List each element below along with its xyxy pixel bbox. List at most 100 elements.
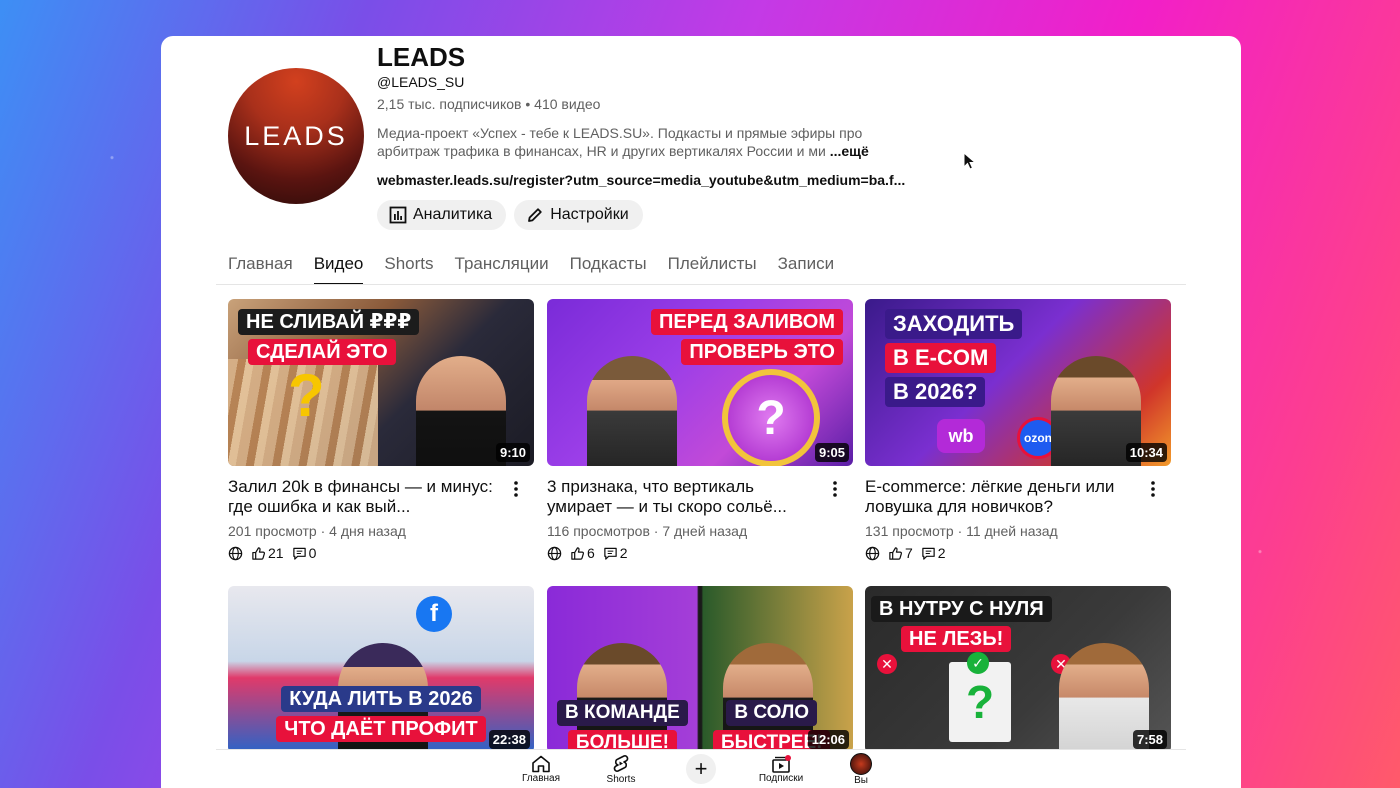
avatar-logo-text: LEADS [244, 120, 348, 151]
comment-icon [922, 547, 935, 560]
description-text: Медиа-проект «Успех - тебе к LEADS.SU». … [377, 125, 863, 159]
comments-count: 2 [937, 545, 946, 561]
tab-podcasts[interactable]: Подкасты [570, 254, 647, 283]
more-options-icon[interactable] [506, 479, 526, 499]
likes-stat: 7 [888, 545, 913, 561]
caption-line: В 2026? [885, 377, 986, 407]
nav-subscriptions[interactable]: Подписки [741, 754, 821, 784]
nav-home-label: Главная [521, 772, 561, 784]
likes-stat: 6 [570, 545, 595, 561]
video-stats: 6 2 [547, 545, 628, 561]
video-thumbnail[interactable]: ? ✕ ✓ ✕ В НУТРУ С НУЛЯ НЕ ЛЕЗЬ! 7:58 [865, 586, 1171, 753]
account-avatar [850, 752, 872, 775]
presenter-figure [587, 356, 677, 466]
video-thumbnail[interactable]: f КУДА ЛИТЬ В 2026 ЧТО ДАЁТ ПРОФИТ 22:38 [228, 586, 534, 753]
video-card[interactable]: В КОМАНДЕ БОЛЬШЕ! В СОЛО БЫСТРЕЕ! 12:06 [547, 586, 853, 753]
comments-stat: 2 [603, 545, 628, 561]
thumbs-up-icon [252, 546, 265, 560]
channel-actions: Аналитика Настройки [377, 200, 643, 230]
nav-shorts-label: Shorts [606, 773, 636, 785]
presenter-figure [416, 356, 506, 466]
caption-line: НЕ СЛИВАЙ ₽₽₽ [238, 309, 420, 335]
duration-badge: 7:58 [1132, 730, 1167, 749]
comments-count: 2 [619, 545, 628, 561]
video-thumbnail[interactable]: ? НЕ СЛИВАЙ ₽₽₽ СДЕЛАЙ ЭТО 9:10 [228, 299, 534, 466]
channel-tabs: Главная Видео Shorts Трансляции Подкасты… [228, 254, 834, 285]
settings-button[interactable]: Настройки [514, 200, 643, 230]
channel-window: LEADS LEADS @LEADS_SU 2,15 тыс. подписчи… [161, 36, 1241, 788]
channel-link[interactable]: webmaster.leads.su/register?utm_source=m… [377, 172, 905, 188]
duration-badge: 9:10 [495, 443, 530, 462]
thumbnail-caption-left: В КОМАНДЕ БОЛЬШЕ! [557, 698, 688, 753]
create-button[interactable]: + [686, 754, 716, 784]
comment-icon [604, 547, 617, 560]
caption-line: В СОЛО [726, 700, 818, 726]
video-thumbnail[interactable]: ? ПЕРЕД ЗАЛИВОМ ПРОВЕРЬ ЭТО 9:05 [547, 299, 853, 466]
channel-stats: 2,15 тыс. подписчиков • 410 видео [377, 96, 601, 112]
video-title[interactable]: 3 признака, что вертикаль умирает — и ты… [547, 477, 819, 517]
check-icon: ✓ [967, 652, 989, 674]
tab-live[interactable]: Трансляции [455, 254, 549, 283]
tab-home[interactable]: Главная [228, 254, 293, 283]
settings-label: Настройки [550, 206, 629, 223]
video-thumbnail[interactable]: wb ozon ЗАХОДИТЬ В E-COM В 2026? 10:34 [865, 299, 1171, 466]
likes-count: 7 [905, 545, 913, 561]
duration-badge: 10:34 [1125, 443, 1167, 462]
duration-badge: 9:05 [814, 443, 849, 462]
video-card[interactable]: ? ПЕРЕД ЗАЛИВОМ ПРОВЕРЬ ЭТО 9:05 3 призн… [547, 299, 853, 561]
tab-shorts[interactable]: Shorts [384, 254, 433, 283]
caption-line: НЕ ЛЕЗЬ! [901, 626, 1012, 652]
nav-you[interactable]: Вы [821, 752, 901, 786]
more-options-icon[interactable] [1143, 479, 1163, 499]
video-meta: 131 просмотр · 11 дней назад [865, 523, 1058, 539]
thumbnail-caption: ПЕРЕД ЗАЛИВОМ ПРОВЕРЬ ЭТО [557, 307, 843, 367]
analytics-button[interactable]: Аналитика [377, 200, 507, 230]
tab-videos[interactable]: Видео [313, 254, 363, 285]
video-card[interactable]: f КУДА ЛИТЬ В 2026 ЧТО ДАЁТ ПРОФИТ 22:38 [228, 586, 534, 753]
video-card[interactable]: ? ✕ ✓ ✕ В НУТРУ С НУЛЯ НЕ ЛЕЗЬ! 7:58 [865, 586, 1171, 753]
caption-line: ЗАХОДИТЬ [885, 309, 1023, 339]
video-card[interactable]: wb ozon ЗАХОДИТЬ В E-COM В 2026? 10:34 E… [865, 299, 1171, 561]
video-meta: 201 просмотр · 4 дня назад [228, 523, 406, 539]
caption-line: ЧТО ДАЁТ ПРОФИТ [276, 716, 486, 742]
comment-icon [292, 547, 306, 560]
question-mark-graphic: ? [288, 362, 325, 429]
channel-description[interactable]: Медиа-проект «Успех - тебе к LEADS.SU». … [377, 124, 887, 160]
video-thumbnail[interactable]: В КОМАНДЕ БОЛЬШЕ! В СОЛО БЫСТРЕЕ! 12:06 [547, 586, 853, 753]
pencil-icon [528, 208, 542, 222]
globe-icon [228, 546, 243, 560]
video-card[interactable]: ? НЕ СЛИВАЙ ₽₽₽ СДЕЛАЙ ЭТО 9:10 Залил 20… [228, 299, 534, 561]
more-options-icon[interactable] [825, 479, 845, 499]
channel-avatar[interactable]: LEADS [228, 68, 364, 204]
thumbs-up-icon [571, 546, 584, 560]
likes-count: 6 [587, 545, 595, 561]
duration-badge: 12:06 [807, 730, 849, 749]
duration-badge: 22:38 [488, 730, 530, 749]
video-title[interactable]: E-commerce: лёгкие деньги или ловушка дл… [865, 477, 1137, 517]
caption-line: В E-COM [885, 343, 997, 373]
nav-shorts[interactable]: Shorts [581, 754, 661, 785]
magnifier-graphic: ? [722, 369, 820, 466]
bottom-navigation: Главная Shorts + Подписки Вы [216, 749, 1186, 788]
comments-stat: 2 [921, 545, 946, 561]
caption-line: СДЕЛАЙ ЭТО [248, 339, 396, 365]
caption-line: В НУТРУ С НУЛЯ [871, 596, 1052, 622]
question-card-graphic: ? [949, 662, 1011, 742]
comments-stat: 0 [292, 545, 316, 561]
marketplace-logo: wb [937, 419, 985, 453]
tab-posts[interactable]: Записи [778, 254, 834, 283]
shorts-icon [613, 754, 629, 772]
tab-playlists[interactable]: Плейлисты [668, 254, 757, 283]
video-stats: 21 0 [228, 545, 316, 561]
thumbnail-caption: В НУТРУ С НУЛЯ НЕ ЛЕЗЬ! [871, 594, 1161, 654]
thumbnail-caption: КУДА ЛИТЬ В 2026 ЧТО ДАЁТ ПРОФИТ [238, 684, 524, 744]
video-title[interactable]: Залил 20k в финансы — и минус: где ошибк… [228, 477, 500, 517]
caption-line: В КОМАНДЕ [557, 700, 688, 726]
video-stats: 7 2 [865, 545, 946, 561]
cross-icon: ✕ [877, 654, 897, 674]
channel-name: LEADS [377, 42, 466, 72]
subscriptions-icon [772, 754, 791, 773]
nav-home[interactable]: Главная [501, 755, 581, 784]
description-more-link[interactable]: ...ещё [830, 143, 869, 159]
channel-handle: @LEADS_SU [377, 74, 465, 90]
